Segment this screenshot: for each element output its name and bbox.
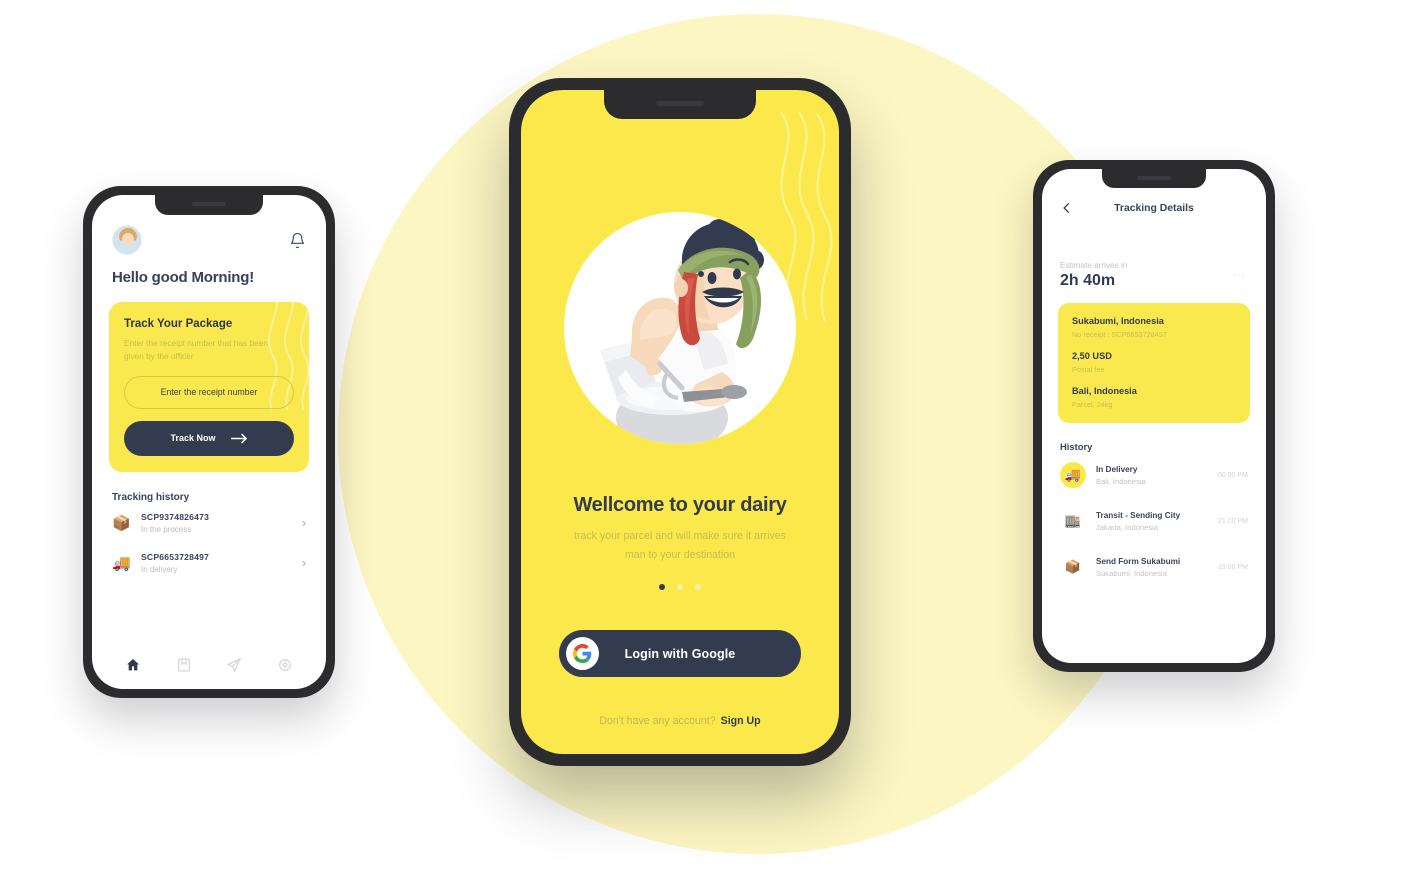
receipt-input-placeholder: Enter the receipt number (160, 387, 258, 398)
center-screen: Wellcome to your dairy track your parcel… (521, 90, 839, 754)
receipt-input[interactable]: Enter the receipt number (124, 375, 294, 409)
list-item[interactable]: 🏬 Transit - Sending City Jakarta, Indone… (1042, 498, 1266, 544)
left-screen: Hello good Morning! Track Your Package E… (92, 195, 326, 689)
info-block: Sukabumi, Indonesia No receipt : SCP6653… (1072, 316, 1236, 339)
info-title: Sukabumi, Indonesia (1072, 316, 1164, 326)
history-time: 19.00 PM (1218, 563, 1248, 571)
signup-prompt: Don't have any account? Sign Up (521, 715, 839, 727)
signup-link[interactable]: Sign Up (721, 715, 761, 727)
more-dots-icon[interactable]: … (1233, 265, 1246, 279)
history-title: History (1060, 441, 1093, 452)
page-title: Hello good Morning! (112, 269, 255, 286)
phone-left-home: Hello good Morning! Track Your Package E… (83, 186, 335, 698)
pagination-dot-1[interactable] (659, 584, 665, 590)
history-title-text: In Delivery (1096, 464, 1138, 474)
chevron-right-icon[interactable]: › (302, 556, 306, 570)
track-card-title: Track Your Package (124, 318, 233, 330)
tracking-code: SCP9374826473 (141, 511, 210, 522)
history-location: Jakarta, Indonesia (1096, 522, 1159, 532)
track-card-description: Enter the receipt number that has been g… (124, 338, 268, 361)
tracking-status: In delivery (141, 564, 178, 574)
center-notch (604, 90, 756, 119)
eta-section: Estimate arrives in 2h 40m … (1042, 215, 1266, 290)
page-title: Tracking Details (1114, 202, 1194, 214)
send-icon[interactable] (226, 657, 242, 673)
onboarding-subtitle: track your parcel and will make sure it … (574, 530, 786, 561)
package-icon: 📦 (112, 514, 131, 532)
left-notch (155, 195, 263, 215)
info-block: Bali, Indonesia Parcel, 24kg (1072, 386, 1236, 409)
history-location: Bali, Indonesia (1096, 476, 1146, 486)
bookmark-icon[interactable] (176, 657, 192, 673)
history-title-text: Transit - Sending City (1096, 510, 1181, 520)
eta-value: 2h 40m (1060, 272, 1116, 289)
login-button-label: Login with Google (624, 646, 736, 661)
google-icon (566, 637, 599, 670)
onboarding-title: Wellcome to your dairy (573, 494, 787, 516)
info-block: 2,50 USD Postal fee (1072, 351, 1236, 374)
login-with-google-button[interactable]: Login with Google (559, 630, 801, 677)
track-now-button[interactable]: Track Now (124, 420, 294, 456)
chevron-left-icon[interactable] (1060, 201, 1074, 215)
list-item[interactable]: 📦 SCP9374826473 In the process › (92, 503, 326, 543)
arrow-right-icon (230, 433, 247, 444)
pagination-dot-2[interactable] (677, 584, 683, 590)
phone-right-tracking-details: Tracking Details Estimate arrives in 2h … (1033, 160, 1275, 672)
info-detail: Postal fee (1072, 365, 1105, 374)
track-package-card: Track Your Package Enter the receipt num… (109, 302, 309, 472)
bottom-navigation (92, 657, 326, 673)
settings-icon[interactable] (277, 657, 293, 673)
history-title-text: Send Form Sukabumi (1096, 556, 1181, 566)
info-title: Bali, Indonesia (1072, 386, 1137, 396)
tracking-status: In the process (141, 524, 192, 534)
phone-center-onboarding: Wellcome to your dairy track your parcel… (509, 78, 851, 766)
dairy-farmer-illustration (564, 212, 796, 444)
history-time: 21.00 PM (1218, 517, 1248, 525)
list-item[interactable]: 🚚 SCP6653728497 In delivery › (92, 543, 326, 583)
home-icon[interactable] (125, 657, 141, 673)
chevron-right-icon[interactable]: › (302, 516, 306, 530)
tracking-history-title: Tracking history (112, 491, 190, 503)
bell-icon[interactable] (289, 231, 306, 250)
info-title: 2,50 USD (1072, 351, 1112, 361)
avatar[interactable] (112, 225, 142, 255)
list-item[interactable]: 📦 Send Form Sukabumi Sukabumi, Indonesia… (1042, 544, 1266, 590)
signup-prompt-text: Don't have any account? (599, 715, 716, 727)
truck-icon: 🚚 (1060, 462, 1086, 488)
info-detail: No receipt : SCP6653728497 (1072, 330, 1167, 339)
package-icon: 📦 (1064, 559, 1082, 574)
right-notch (1102, 169, 1206, 188)
carousel-pagination (521, 584, 839, 590)
info-detail: Parcel, 24kg (1072, 400, 1113, 409)
eta-label: Estimate arrives in (1060, 261, 1128, 270)
track-now-label: Track Now (170, 433, 216, 444)
history-location: Sukabumi, Indonesia (1096, 568, 1167, 578)
right-screen: Tracking Details Estimate arrives in 2h … (1042, 169, 1266, 663)
list-item[interactable]: 🚚 In Delivery Bali, Indonesia 00.00 PM (1042, 452, 1266, 498)
pagination-dot-3[interactable] (695, 584, 701, 590)
tracking-code: SCP6653728497 (141, 551, 210, 562)
truck-icon: 🚚 (112, 554, 131, 572)
post-office-icon: 🏬 (1064, 513, 1082, 528)
shipment-info-card: Sukabumi, Indonesia No receipt : SCP6653… (1058, 303, 1250, 423)
history-time: 00.00 PM (1218, 471, 1248, 479)
